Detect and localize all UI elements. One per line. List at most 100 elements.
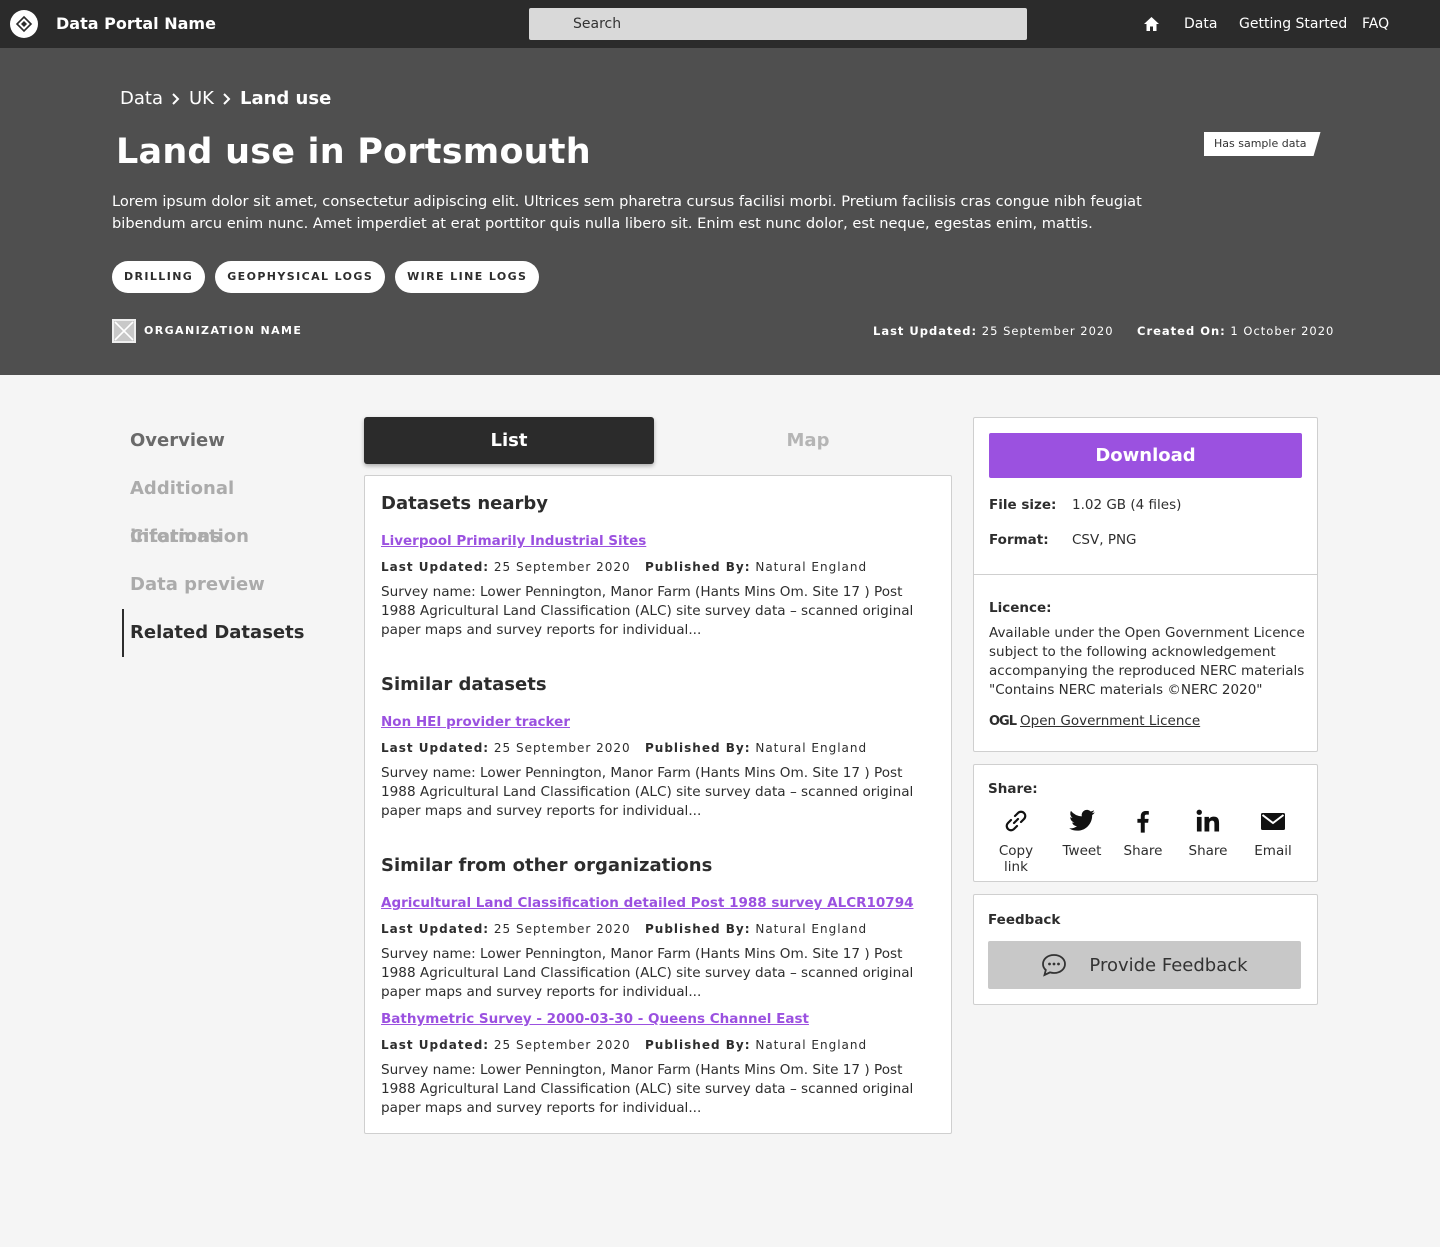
tag-wire-line-logs[interactable]: WIRE LINE LOGS <box>395 261 540 293</box>
published-by-label: Published By: <box>645 560 751 574</box>
dataset-link[interactable]: Bathymetric Survey - 2000-03-30 - Queens… <box>381 1011 809 1027</box>
section-title-similar-other-orgs: Similar from other organizations <box>381 855 713 876</box>
dataset-description: Survey name: Lower Pennington, Manor Far… <box>381 1062 914 1116</box>
dataset-link[interactable]: Agricultural Land Classification detaile… <box>381 895 913 911</box>
published-by-label: Published By: <box>645 922 751 936</box>
dataset-description: Survey name: Lower Pennington, Manor Far… <box>381 765 914 819</box>
share-label: Share: <box>988 781 1038 797</box>
last-updated-label: Last Updated: <box>381 1038 490 1052</box>
home-icon[interactable] <box>1143 16 1160 32</box>
chevron-right-icon <box>172 92 180 105</box>
publisher-value: Natural England <box>755 741 868 755</box>
portal-logo-icon[interactable] <box>10 10 38 38</box>
open-government-licence-link[interactable]: Open Government Licence <box>1020 713 1200 729</box>
tag-drilling[interactable]: DRILLING <box>112 261 206 293</box>
created-on-label: Created On: <box>1137 324 1226 338</box>
section-title-similar-datasets: Similar datasets <box>381 674 547 695</box>
tag-list: DRILLING GEOPHYSICAL LOGS WIRE LINE LOGS <box>112 261 540 293</box>
dataset-publisher: Published By: Natural England <box>645 741 867 755</box>
share-linkedin[interactable]: Share <box>1177 803 1239 859</box>
last-updated-value: 25 September 2020 <box>981 324 1114 338</box>
organization-logo-placeholder-icon <box>112 319 136 343</box>
page-title: Land use in Portsmouth <box>116 132 591 172</box>
licence-label: Licence: <box>989 600 1052 616</box>
tab-map[interactable]: Map <box>664 417 952 464</box>
share-copy-link[interactable]: Copy link <box>985 803 1047 875</box>
top-navigation-bar: Data Portal Name Data Getting Started FA… <box>0 0 1440 48</box>
share-email[interactable]: Email <box>1242 803 1304 859</box>
share-label-copy-link: Copy link <box>998 843 1034 875</box>
download-panel: Download File size: 1.02 GB (4 files) Fo… <box>973 417 1318 752</box>
breadcrumb-item-data[interactable]: Data <box>120 88 163 109</box>
dataset-header: Data UK Land use Land use in Portsmouth … <box>0 48 1440 375</box>
chat-bubble-icon <box>1042 954 1067 977</box>
last-updated-value: 25 September 2020 <box>493 741 631 755</box>
feedback-panel: Feedback Provide Feedback <box>973 894 1318 1005</box>
last-updated-value: 25 September 2020 <box>493 922 631 936</box>
publisher-value: Natural England <box>755 922 868 936</box>
nav-link-getting-started[interactable]: Getting Started <box>1239 16 1347 32</box>
provide-feedback-button[interactable]: Provide Feedback <box>988 941 1301 989</box>
share-facebook[interactable]: Share <box>1112 803 1174 859</box>
search-input[interactable] <box>529 8 1027 40</box>
share-label-tweet: Tweet <box>1062 843 1102 859</box>
share-label-email: Email <box>1254 843 1292 859</box>
share-label-linkedin: Share <box>1188 843 1228 859</box>
dataset-meta: Last Updated: 25 September 2020 <box>381 922 631 936</box>
licence-text: Available under the Open Government Lice… <box>989 625 1305 698</box>
breadcrumb-item-current: Land use <box>239 88 332 109</box>
chevron-right-icon <box>223 92 231 105</box>
facebook-icon <box>1137 810 1149 833</box>
related-datasets-panel: Datasets nearby Liverpool Primarily Indu… <box>364 475 952 1134</box>
ogl-logo-icon: OGL <box>989 713 1017 729</box>
portal-name[interactable]: Data Portal Name <box>56 14 216 33</box>
last-updated-label: Last Updated: <box>381 560 490 574</box>
provide-feedback-label: Provide Feedback <box>1089 954 1248 976</box>
sidenav-item-data-preview[interactable]: Data preview <box>122 561 352 609</box>
publisher-value: Natural England <box>755 560 868 574</box>
nav-link-data[interactable]: Data <box>1184 16 1217 32</box>
dataset-link[interactable]: Liverpool Primarily Industrial Sites <box>381 533 646 549</box>
feedback-label: Feedback <box>988 912 1061 928</box>
last-updated-label: Last Updated: <box>381 741 490 755</box>
publisher-value: Natural England <box>755 1038 868 1052</box>
share-panel: Share: Copy link Tweet Share Share Email <box>973 764 1318 882</box>
share-label-facebook: Share <box>1123 843 1163 859</box>
last-updated-label: Last Updated: <box>873 324 978 338</box>
breadcrumb: Data UK Land use <box>120 88 331 109</box>
dataset-meta: Last Updated: 25 September 2020 <box>381 1038 631 1052</box>
file-size-value: 1.02 GB (4 files) <box>1072 497 1182 513</box>
download-button[interactable]: Download <box>989 433 1302 478</box>
tab-list[interactable]: List <box>364 417 654 464</box>
last-updated: Last Updated: 25 September 2020 <box>873 324 1114 338</box>
dataset-link[interactable]: Non HEI provider tracker <box>381 714 570 730</box>
dataset-publisher: Published By: Natural England <box>645 560 867 574</box>
ogl-licence: OGL Open Government Licence <box>989 713 1200 729</box>
sidenav-item-related-datasets[interactable]: Related Datasets <box>122 609 352 657</box>
dataset-publisher: Published By: Natural England <box>645 922 867 936</box>
format-label: Format: <box>989 532 1049 548</box>
sidenav-item-overview[interactable]: Overview <box>122 417 352 465</box>
share-tweet[interactable]: Tweet <box>1051 803 1113 859</box>
section-title-datasets-nearby: Datasets nearby <box>381 493 549 514</box>
tag-geophysical-logs[interactable]: GEOPHYSICAL LOGS <box>215 261 386 293</box>
organization-name[interactable]: ORGANIZATION NAME <box>144 324 302 337</box>
dataset-description: Lorem ipsum dolor sit amet, consectetur … <box>112 193 1142 232</box>
created-on-value: 1 October 2020 <box>1230 324 1335 338</box>
last-updated-label: Last Updated: <box>381 922 490 936</box>
dataset-meta: Last Updated: 25 September 2020 <box>381 560 631 574</box>
dataset-description: Survey name: Lower Pennington, Manor Far… <box>381 946 914 1000</box>
dataset-publisher: Published By: Natural England <box>645 1038 867 1052</box>
section-navigation: Overview Additional information Citation… <box>122 417 352 657</box>
sample-data-badge: Has sample data <box>1204 132 1321 156</box>
published-by-label: Published By: <box>645 741 751 755</box>
created-on: Created On: 1 October 2020 <box>1137 324 1334 338</box>
published-by-label: Published By: <box>645 1038 751 1052</box>
sidenav-item-additional-information[interactable]: Additional information <box>122 465 352 547</box>
breadcrumb-item-uk[interactable]: UK <box>189 88 214 109</box>
twitter-icon <box>1069 809 1095 831</box>
dataset-meta: Last Updated: 25 September 2020 <box>381 741 631 755</box>
link-icon <box>1005 810 1027 832</box>
nav-link-faq[interactable]: FAQ <box>1362 16 1389 32</box>
last-updated-value: 25 September 2020 <box>493 1038 631 1052</box>
